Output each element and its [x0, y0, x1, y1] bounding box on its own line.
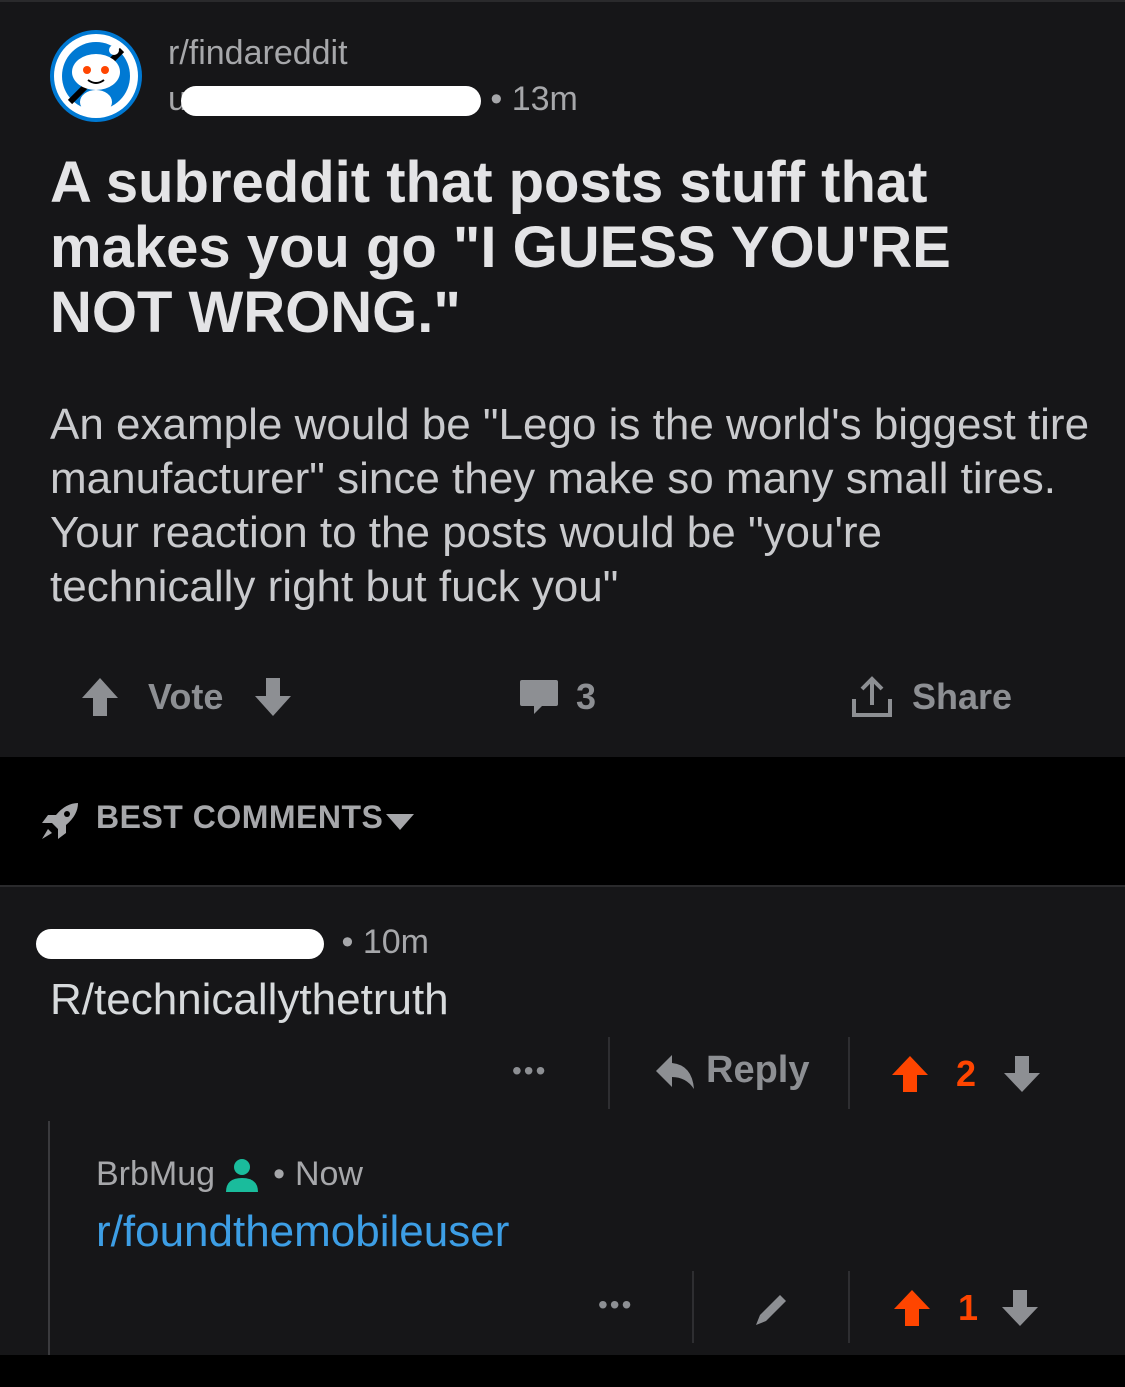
divider: [848, 1271, 850, 1343]
reply-author[interactable]: BrbMug: [96, 1155, 215, 1194]
upvote-icon[interactable]: [890, 1054, 930, 1094]
share-icon: [852, 676, 892, 717]
bottom-bar: [0, 1355, 1125, 1387]
comment-count: 3: [576, 676, 597, 717]
share-label: Share: [912, 676, 1013, 717]
post-time: 13m: [511, 80, 578, 118]
vote-control: Vote: [80, 662, 293, 732]
comment-body: R/technicallythetruth: [50, 975, 449, 1024]
divider: [848, 1037, 850, 1109]
downvote-icon[interactable]: [1000, 1288, 1040, 1328]
meta-separator: •: [273, 1155, 285, 1193]
comment-meta: • 10m: [36, 923, 429, 962]
reply-score: 1: [958, 1287, 979, 1328]
post-body: An example would be "Lego is the world's…: [50, 400, 1090, 611]
reply-vote-control: 1: [892, 1287, 1040, 1329]
subreddit-name[interactable]: r/findareddit: [168, 34, 348, 73]
user-online-icon: [226, 1158, 259, 1192]
downvote-icon[interactable]: [253, 676, 293, 718]
comment-time: 10m: [362, 923, 429, 961]
reply-meta: BrbMug • Now: [96, 1155, 363, 1194]
comment-icon: [520, 680, 558, 714]
thread-line: [48, 1121, 50, 1355]
comment-vote-control: 2: [890, 1053, 1042, 1095]
vote-label: Vote: [148, 676, 224, 717]
chevron-down-icon: [386, 814, 414, 830]
reply-body-link[interactable]: r/foundthemobileuser: [96, 1207, 509, 1257]
comment-score: 2: [956, 1053, 977, 1094]
downvote-icon[interactable]: [1002, 1054, 1042, 1094]
divider: [608, 1037, 610, 1109]
post-title: A subreddit that posts stuff that makes …: [50, 150, 951, 345]
post-card: r/findareddit u • 13m A subreddit that p…: [0, 0, 1125, 757]
comments-list: • 10m R/technicallythetruth ••• Reply 2 …: [0, 887, 1125, 1355]
reply-label: Reply: [706, 1049, 810, 1091]
more-options-button[interactable]: •••: [598, 1289, 633, 1321]
meta-separator: •: [341, 923, 354, 961]
meta-separator: •: [490, 80, 503, 118]
upvote-icon[interactable]: [892, 1288, 932, 1328]
reply-button[interactable]: Reply: [654, 1049, 809, 1092]
reply-time: Now: [294, 1155, 363, 1193]
upvote-icon[interactable]: [80, 676, 120, 718]
more-options-button[interactable]: •••: [512, 1055, 547, 1087]
subreddit-avatar[interactable]: [50, 30, 142, 122]
share-button[interactable]: Share: [850, 662, 1012, 732]
snoo-icon: [54, 34, 138, 118]
comments-sort-bar[interactable]: BEST COMMENTS: [0, 757, 1125, 887]
edit-pencil-icon[interactable]: [750, 1289, 792, 1331]
redacted-username: [180, 86, 481, 117]
redacted-username: [36, 929, 324, 960]
divider: [692, 1271, 694, 1343]
post-meta: u • 13m: [168, 80, 578, 119]
comments-button[interactable]: 3: [518, 662, 596, 732]
sort-label: BEST COMMENTS: [96, 799, 384, 835]
reply-icon: [656, 1054, 694, 1089]
post-actions: Vote 3 Share: [0, 662, 1125, 732]
rocket-icon: [42, 803, 78, 839]
